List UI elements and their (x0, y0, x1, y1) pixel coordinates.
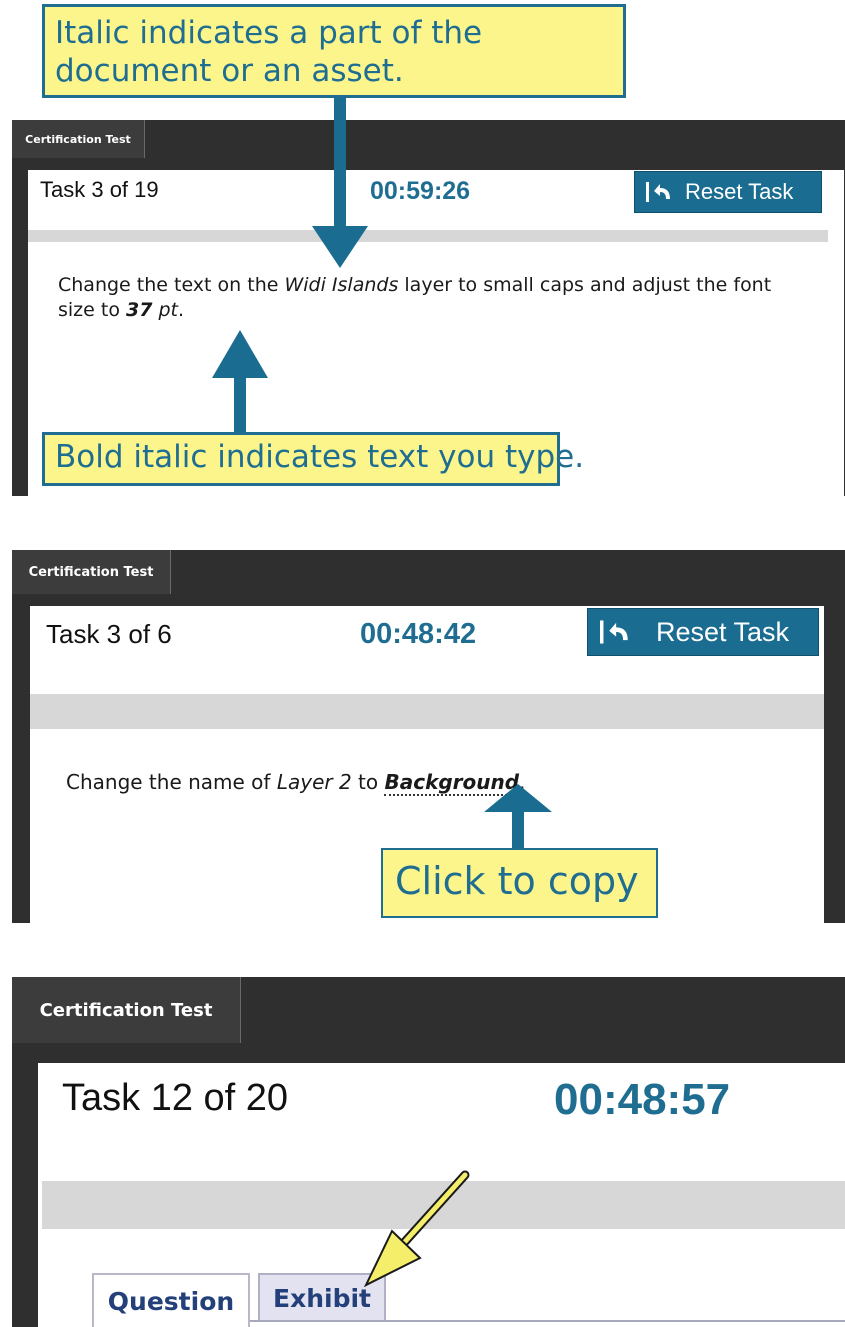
callout-click-to-copy: Click to copy (381, 848, 658, 918)
countdown-timer: 00:48:57 (554, 1075, 731, 1124)
tab-label: Certification Test (28, 564, 154, 580)
task-counter: Task 12 of 20 (62, 1077, 289, 1119)
tab-baseline (250, 1320, 845, 1322)
certification-test-tab[interactable]: Certification Test (12, 550, 171, 594)
callout-bold-italic-type: Bold italic indicates text you type. (42, 432, 584, 486)
yellow-pointer-arrow (363, 1170, 470, 1288)
callout-italic-asset: Italic indicates a part of the document … (42, 4, 626, 98)
countdown-timer: 00:48:42 (360, 618, 477, 650)
certification-test-tab[interactable]: Certification Test (12, 977, 241, 1043)
gray-band (30, 694, 824, 729)
reset-task-button[interactable]: Reset Task (587, 608, 819, 656)
task-counter: Task 3 of 6 (46, 619, 172, 649)
tab-label: Certification Test (39, 999, 213, 1021)
reset-arrow-icon (596, 617, 634, 647)
reset-label: Reset Task (656, 616, 790, 647)
